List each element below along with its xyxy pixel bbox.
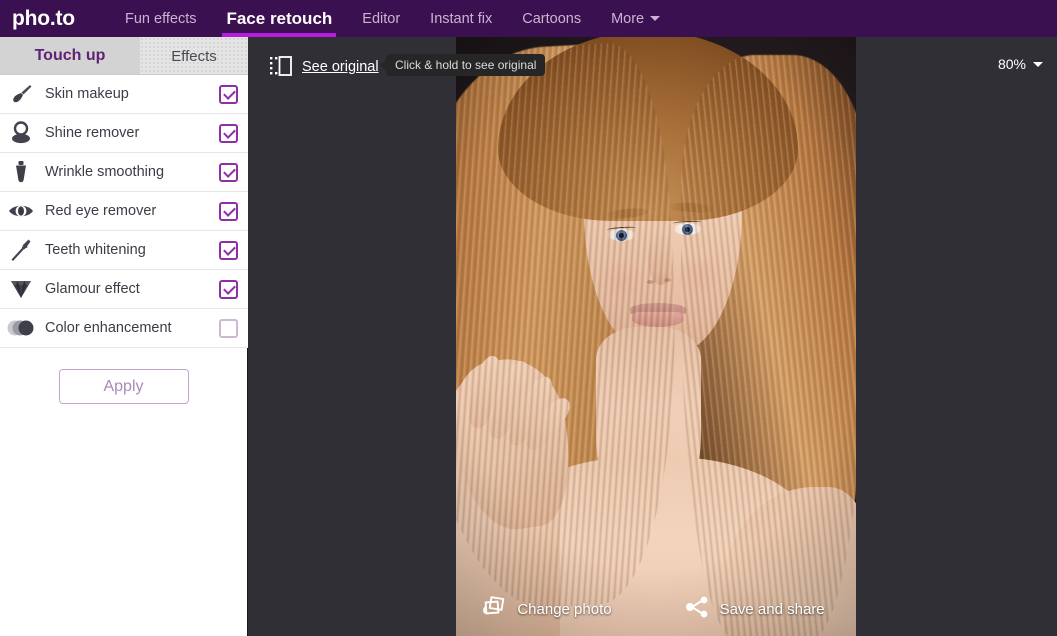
option-label: Color enhancement <box>45 320 172 336</box>
toothbrush-icon <box>0 237 42 263</box>
retouch-options-list: Skin makeup Shine remover Wrinkle smooth… <box>0 75 248 348</box>
photo-canvas: See original Click & hold to see origina… <box>249 37 1057 636</box>
save-and-share-label: Save and share <box>719 601 825 618</box>
contrast-circles-icon <box>0 316 42 340</box>
see-original-label: See original <box>302 59 379 75</box>
canvas-action-bar: Change photo Save and share <box>249 595 1057 624</box>
see-original-button[interactable]: See original <box>269 55 379 79</box>
option-label: Skin makeup <box>45 86 129 102</box>
option-row-skin-makeup[interactable]: Skin makeup <box>0 75 248 114</box>
apply-button-container: Apply <box>0 348 247 404</box>
sidebar-panel: Touch up Effects Skin makeup Shine remov… <box>0 37 248 636</box>
eye-icon <box>0 198 42 224</box>
nav-item-cartoons[interactable]: Cartoons <box>507 0 596 37</box>
nav-item-face-retouch[interactable]: Face retouch <box>211 0 347 37</box>
nav-item-more[interactable]: More <box>596 0 675 37</box>
nav-item-fun-effects[interactable]: Fun effects <box>110 0 211 37</box>
option-row-glamour-effect[interactable]: Glamour effect <box>0 270 248 309</box>
powder-compact-icon <box>0 120 42 146</box>
option-row-teeth-whitening[interactable]: Teeth whitening <box>0 231 248 270</box>
tab-touch-up[interactable]: Touch up <box>0 37 140 74</box>
option-label: Red eye remover <box>45 203 157 219</box>
photos-stack-icon <box>481 595 507 624</box>
tab-label: Touch up <box>34 47 106 64</box>
option-label: Shine remover <box>45 125 140 141</box>
nav-label: Instant fix <box>430 10 493 27</box>
tab-effects[interactable]: Effects <box>140 37 248 74</box>
compare-frames-icon <box>269 55 293 79</box>
diamond-icon <box>0 276 42 302</box>
makeup-brush-icon <box>0 81 42 107</box>
option-row-red-eye-remover[interactable]: Red eye remover <box>0 192 248 231</box>
caret-down-icon <box>1033 61 1043 67</box>
option-row-wrinkle-smoothing[interactable]: Wrinkle smoothing <box>0 153 248 192</box>
option-label: Glamour effect <box>45 281 140 297</box>
nav-item-editor[interactable]: Editor <box>347 0 415 37</box>
checkbox-color-enhancement[interactable] <box>208 318 248 338</box>
zoom-level-control[interactable]: 80% <box>998 56 1043 72</box>
nav-label: Cartoons <box>522 10 582 27</box>
photo-image <box>456 37 856 636</box>
checkbox-box <box>218 279 238 299</box>
checkbox-glamour-effect[interactable] <box>208 279 248 299</box>
option-row-shine-remover[interactable]: Shine remover <box>0 114 248 153</box>
app-root: pho.to Fun effects Face retouch Editor I… <box>0 0 1057 636</box>
save-and-share-button[interactable]: Save and share <box>684 595 825 624</box>
checkbox-skin-makeup[interactable] <box>208 84 248 104</box>
checkbox-box <box>218 318 238 338</box>
tab-label: Effects <box>171 47 217 65</box>
checkbox-box <box>218 123 238 143</box>
share-nodes-icon <box>684 595 710 624</box>
see-original-tooltip: Click & hold to see original <box>379 54 546 76</box>
zoom-level-value: 80% <box>997 56 1026 72</box>
change-photo-label: Change photo <box>517 601 612 618</box>
nav-item-instant-fix[interactable]: Instant fix <box>415 0 507 37</box>
checkbox-shine-remover[interactable] <box>208 123 248 143</box>
checkbox-box <box>218 84 238 104</box>
tab-chevron-shape <box>125 37 139 74</box>
nav-label: Face retouch <box>226 8 333 28</box>
caret-down-icon <box>650 16 661 21</box>
checkbox-teeth-whitening[interactable] <box>208 240 248 260</box>
apply-button[interactable]: Apply <box>58 369 189 404</box>
checkbox-red-eye-remover[interactable] <box>208 201 248 221</box>
option-label: Wrinkle smoothing <box>45 164 165 180</box>
sidebar-tab-row: Touch up Effects <box>0 37 248 75</box>
nav-label: More <box>611 10 645 27</box>
checkbox-box <box>218 240 238 260</box>
nav-label: Editor <box>362 10 401 27</box>
option-row-color-enhancement[interactable]: Color enhancement <box>0 309 248 348</box>
checkbox-wrinkle-smoothing[interactable] <box>208 162 248 182</box>
change-photo-button[interactable]: Change photo <box>481 595 612 624</box>
nav-label: Fun effects <box>125 10 197 27</box>
top-navigation-bar: pho.to Fun effects Face retouch Editor I… <box>0 0 1057 37</box>
option-label: Teeth whitening <box>45 242 146 258</box>
cream-tube-icon <box>0 159 42 185</box>
checkbox-box <box>218 201 238 221</box>
site-logo[interactable]: pho.to <box>0 0 110 37</box>
hair-right-strand-texture <box>681 55 856 636</box>
checkbox-box <box>218 162 238 182</box>
